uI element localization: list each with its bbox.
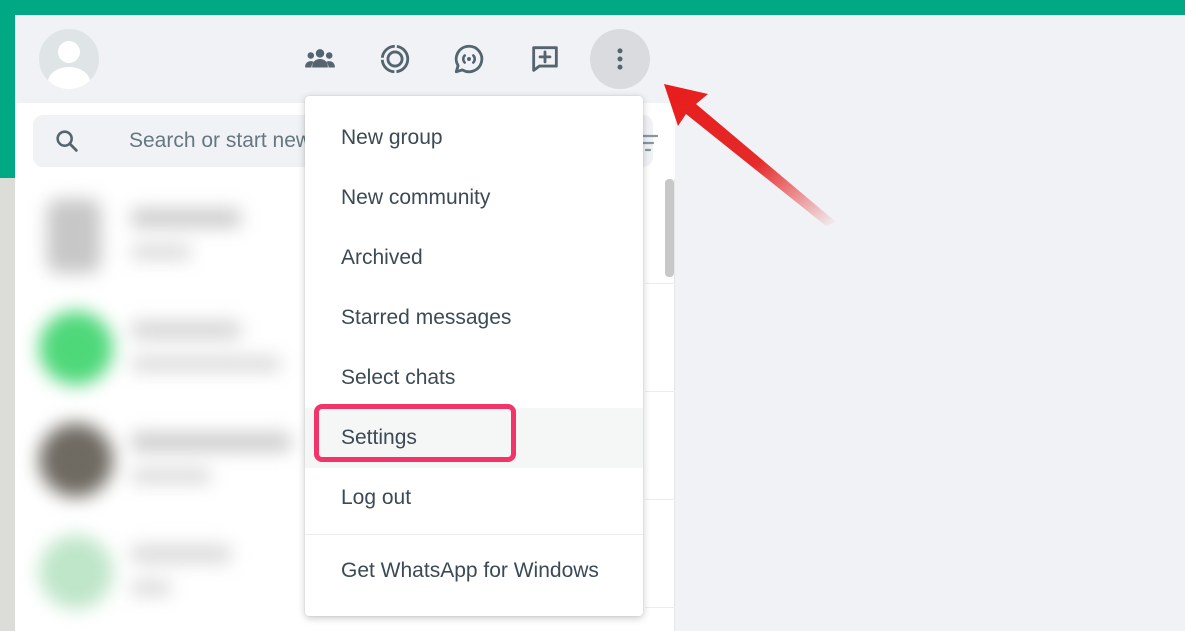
menu-item-archived[interactable]: Archived xyxy=(305,228,643,288)
avatar-body-shape xyxy=(48,67,90,89)
new-chat-icon[interactable] xyxy=(523,37,567,81)
row-divider xyxy=(645,607,675,608)
channels-icon[interactable] xyxy=(447,37,491,81)
main-menu-dropdown: New group New community Archived Starred… xyxy=(305,96,643,616)
status-icon[interactable] xyxy=(373,37,417,81)
search-input[interactable] xyxy=(129,123,309,159)
chat-list-item[interactable] xyxy=(15,291,315,403)
menu-item-select-chats[interactable]: Select chats xyxy=(305,348,643,408)
row-divider xyxy=(645,283,675,284)
chat-list-item[interactable] xyxy=(15,179,315,291)
sidebar-header xyxy=(15,15,675,103)
menu-item-new-group[interactable]: New group xyxy=(305,108,643,168)
profile-avatar[interactable] xyxy=(39,29,99,89)
chat-preview-placeholder xyxy=(131,357,281,371)
chat-preview-placeholder xyxy=(131,581,171,595)
chat-avatar xyxy=(47,199,101,273)
chat-name-placeholder xyxy=(131,433,291,451)
chat-preview-placeholder xyxy=(131,469,211,483)
search-icon[interactable] xyxy=(53,127,81,155)
chat-list-item[interactable] xyxy=(15,515,315,627)
chat-name-placeholder xyxy=(131,209,241,227)
menu-item-log-out[interactable]: Log out xyxy=(305,468,643,528)
menu-item-starred-messages[interactable]: Starred messages xyxy=(305,288,643,348)
chat-avatar xyxy=(39,535,113,609)
menu-item-get-whatsapp-for-windows[interactable]: Get WhatsApp for Windows xyxy=(305,541,643,601)
chat-name-placeholder xyxy=(131,545,231,563)
chat-avatar xyxy=(39,311,113,385)
row-divider xyxy=(645,391,675,392)
annotation-arrow-icon xyxy=(664,84,836,226)
avatar-head-shape xyxy=(58,41,80,63)
menu-separator xyxy=(305,534,643,535)
chat-preview-placeholder xyxy=(131,245,191,259)
row-divider xyxy=(645,499,675,500)
chat-name-placeholder xyxy=(131,321,241,339)
chat-avatar xyxy=(39,423,113,497)
chat-list-item[interactable] xyxy=(15,403,315,515)
chat-list xyxy=(15,179,315,631)
menu-icon[interactable] xyxy=(590,29,650,89)
menu-item-new-community[interactable]: New community xyxy=(305,168,643,228)
communities-icon[interactable] xyxy=(298,37,342,81)
settings-highlight-box xyxy=(314,404,516,462)
